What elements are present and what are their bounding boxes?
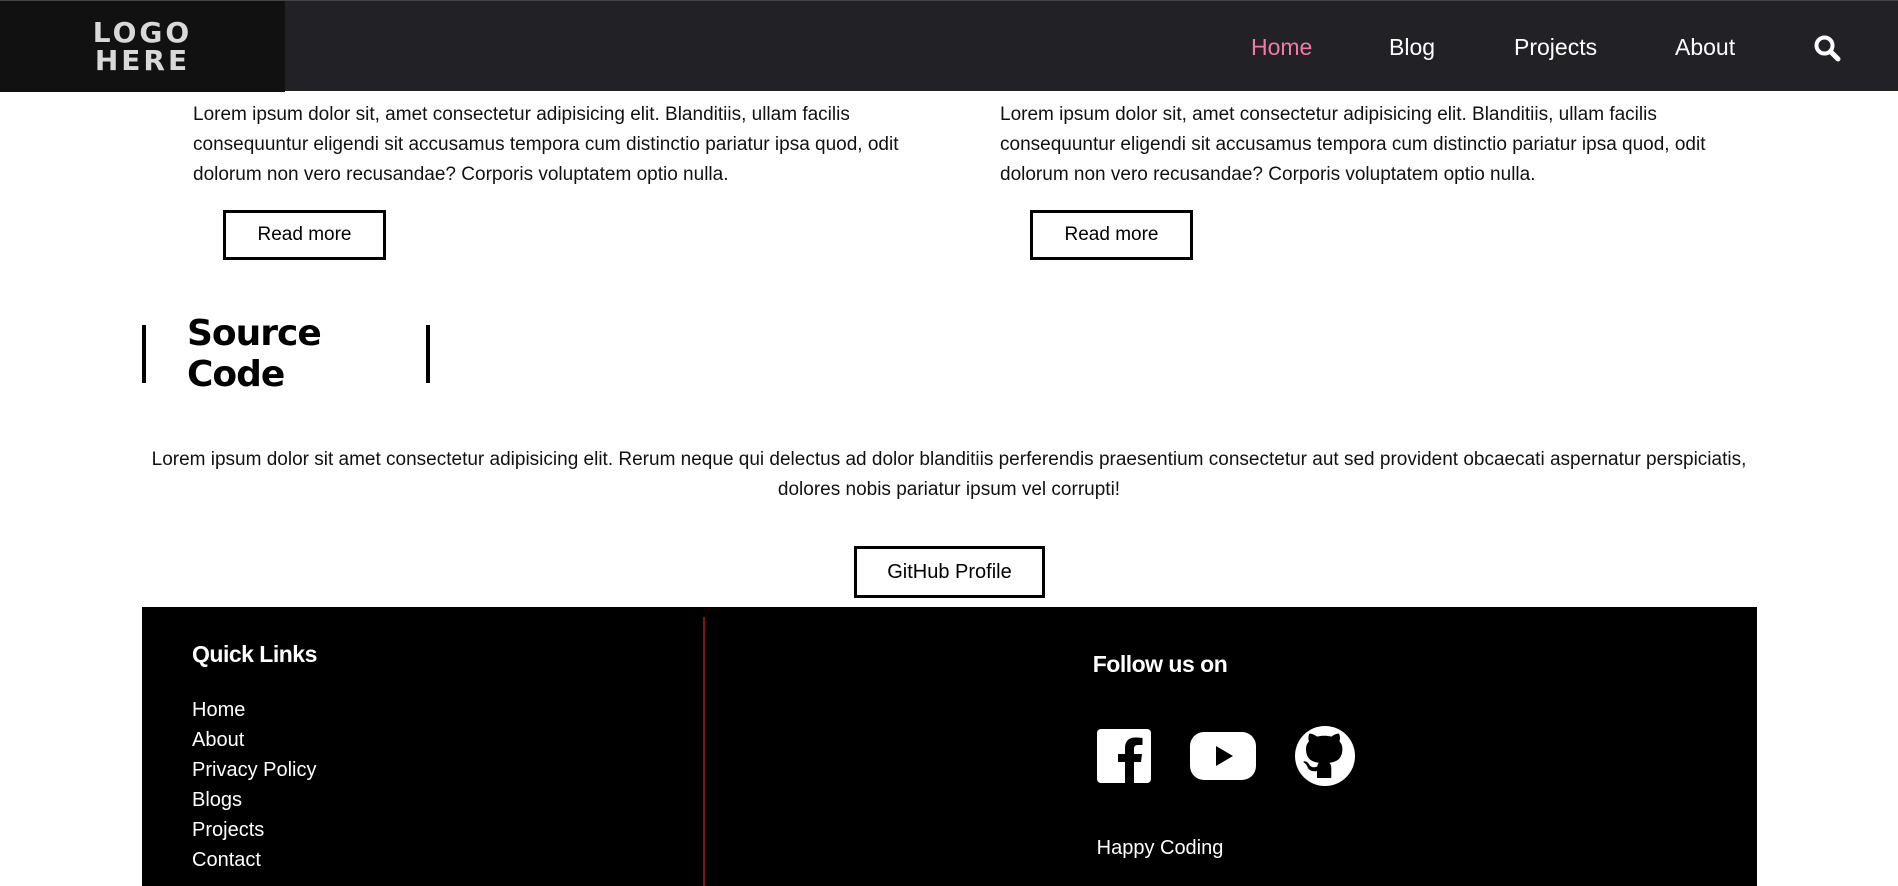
github-profile-button[interactable]: GitHub Profile	[854, 546, 1045, 598]
quick-link-item: Home	[192, 695, 316, 725]
logo-box[interactable]: LOGO HERE	[0, 1, 285, 92]
logo[interactable]: LOGO HERE	[88, 15, 198, 77]
site-footer: Quick Links Home About Privacy Policy Bl…	[142, 607, 1757, 886]
youtube-icon[interactable]	[1190, 732, 1256, 780]
quick-link-about[interactable]: About	[192, 729, 244, 751]
quick-link-item: Contact	[192, 845, 316, 875]
nav-projects[interactable]: Projects	[1514, 34, 1597, 61]
github-icon[interactable]	[1295, 726, 1355, 786]
quick-link-item: Privacy Policy	[192, 755, 316, 785]
quick-link-blogs[interactable]: Blogs	[192, 789, 242, 811]
nav-about[interactable]: About	[1675, 34, 1735, 61]
logo-line-1: LOGO	[92, 15, 193, 49]
read-more-button-1[interactable]: Read more	[223, 210, 386, 260]
follow-us-title: Follow us on	[1092, 651, 1228, 677]
quick-links-title: Quick Links	[192, 641, 317, 667]
quick-link-item: About	[192, 725, 316, 755]
footer-divider	[703, 617, 705, 886]
quick-link-projects[interactable]: Projects	[192, 819, 264, 841]
quick-links-list: Home About Privacy Policy Blogs Projects…	[192, 695, 316, 875]
post-excerpt-1: Lorem ipsum dolor sit, amet consectetur …	[193, 104, 899, 185]
facebook-icon[interactable]	[1097, 729, 1151, 783]
quick-link-privacy-policy[interactable]: Privacy Policy	[192, 759, 316, 781]
logo-line-2: HERE	[94, 43, 191, 77]
search-icon[interactable]	[1813, 34, 1841, 62]
quick-link-contact[interactable]: Contact	[192, 849, 261, 871]
nav-blog[interactable]: Blog	[1389, 34, 1435, 61]
page: LOGO HERE Home Blog Projects About Lorem…	[0, 0, 1898, 886]
section-title-source-code: Source Code	[142, 313, 430, 395]
nav-home[interactable]: Home	[1251, 34, 1312, 61]
post-excerpt-2: Lorem ipsum dolor sit, amet consectetur …	[1000, 104, 1706, 185]
source-code-description: Lorem ipsum dolor sit amet consectetur a…	[151, 449, 1747, 500]
quick-link-item: Projects	[192, 815, 316, 845]
read-more-button-2[interactable]: Read more	[1030, 210, 1193, 260]
quick-link-item: Blogs	[192, 785, 316, 815]
footer-tagline: Happy Coding	[1096, 837, 1224, 859]
quick-link-home[interactable]: Home	[192, 699, 245, 721]
site-header: LOGO HERE Home Blog Projects About	[0, 0, 1898, 92]
